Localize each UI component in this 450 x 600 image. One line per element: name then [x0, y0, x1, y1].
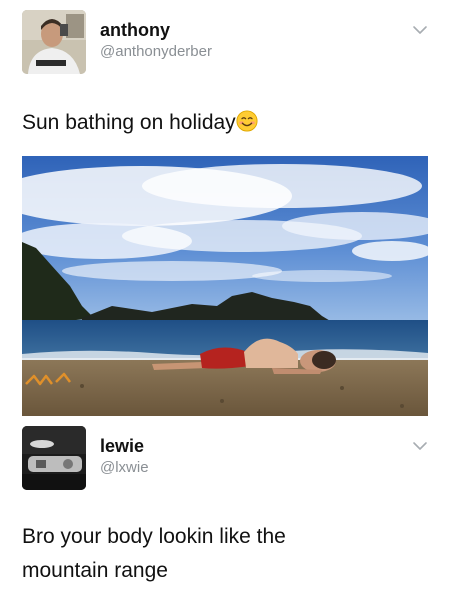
avatar-photo: [22, 426, 86, 490]
tweet-text: Sun bathing on holiday: [22, 106, 258, 140]
display-name[interactable]: anthony: [100, 20, 212, 40]
tweet-text-line: Bro your body lookin like the: [22, 525, 286, 548]
chevron-down-icon[interactable]: [412, 24, 428, 36]
tweet-text: Bro your body lookin like the mountain r…: [22, 520, 422, 588]
avatar-photo: [22, 10, 86, 74]
tweet-text-line: mountain range: [22, 559, 168, 582]
avatar[interactable]: [22, 426, 86, 490]
smiling-face-emoji-icon: [236, 110, 258, 132]
beach-photo[interactable]: [22, 156, 428, 416]
chevron-down-icon[interactable]: [412, 440, 428, 452]
reply-tweet-card: lewie @lxwie Bro your body lookin like t…: [0, 420, 450, 600]
avatar[interactable]: [22, 10, 86, 74]
tweet-header: anthony @anthonyderber: [22, 10, 432, 74]
display-name[interactable]: lewie: [100, 436, 149, 456]
author-names: lewie @lxwie: [100, 436, 149, 478]
beach-scene: [22, 156, 428, 416]
tweet-text-content: Sun bathing on holiday: [22, 111, 236, 134]
author-names: anthony @anthonyderber: [100, 20, 212, 62]
tweet-card: anthony @anthonyderber Sun bathing on ho…: [0, 0, 450, 420]
user-handle[interactable]: @lxwie: [100, 458, 149, 478]
tweet-header: lewie @lxwie: [22, 426, 432, 490]
user-handle[interactable]: @anthonyderber: [100, 42, 212, 62]
